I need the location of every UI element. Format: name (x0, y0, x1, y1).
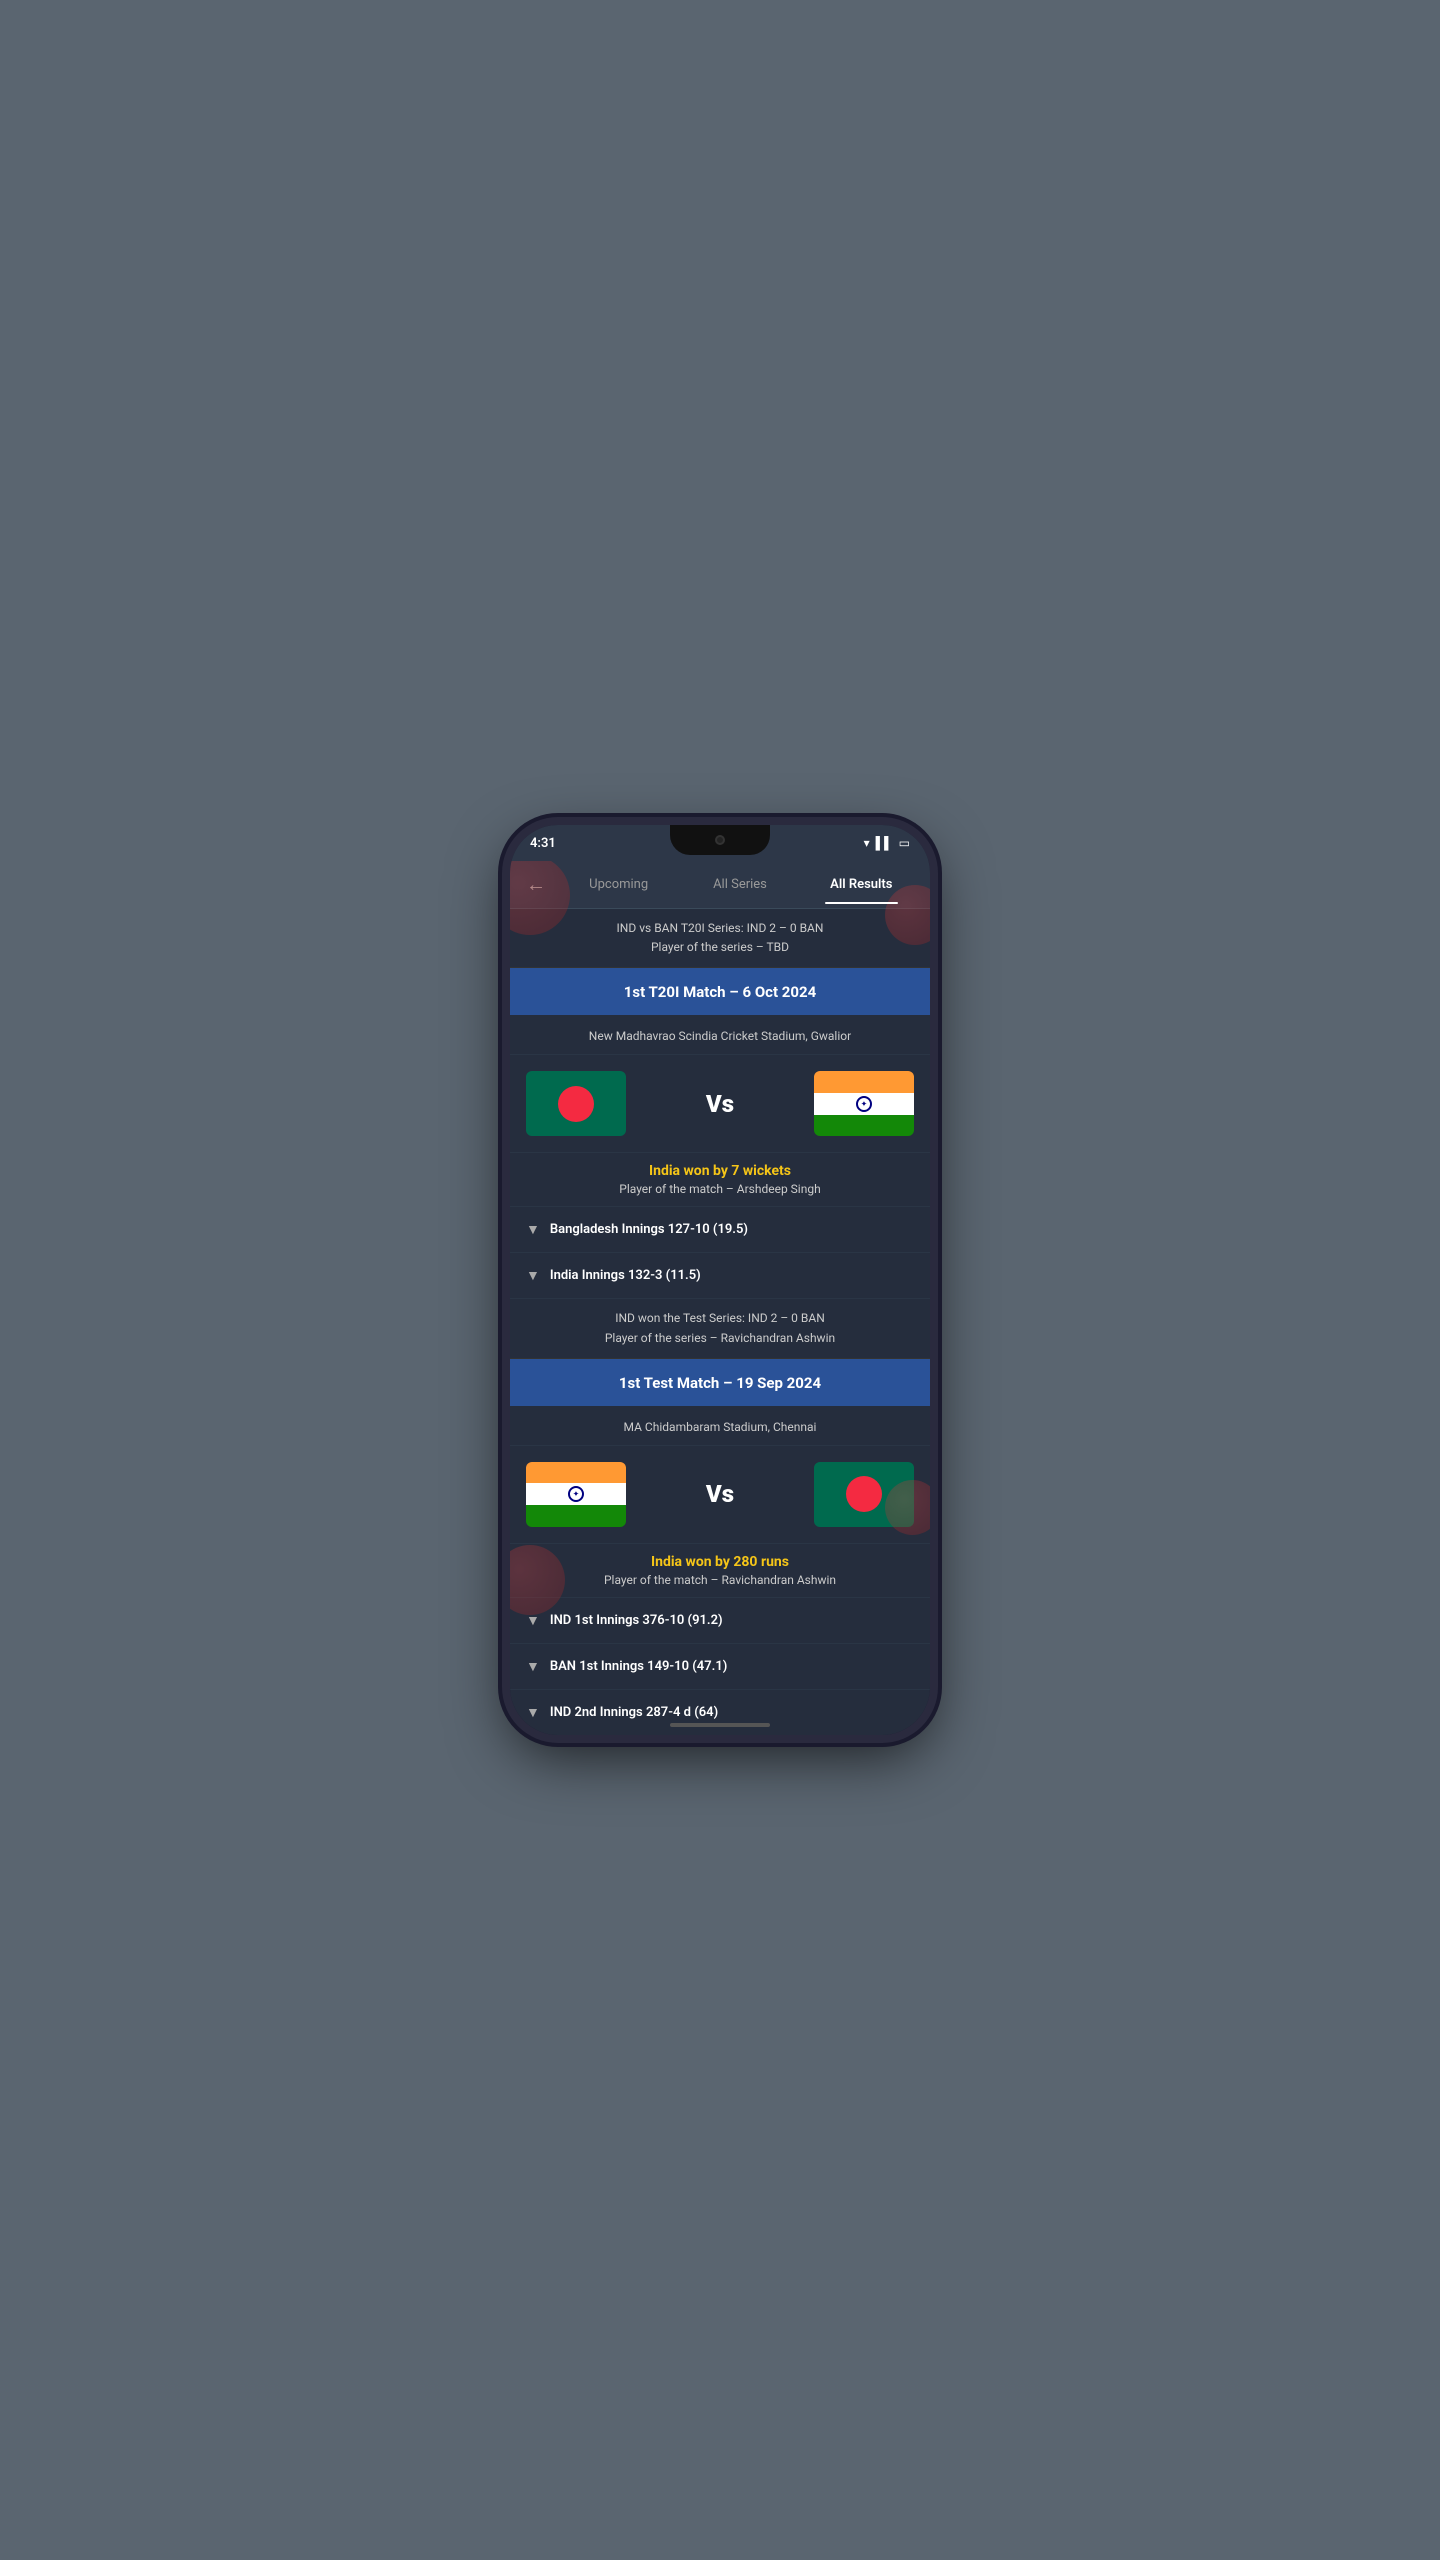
status-bar: 4:31 ▾ ▌▌ ▭ (510, 825, 930, 861)
bangladesh-circle (558, 1086, 594, 1122)
test-innings-2-text: BAN 1st Innings 149-10 (47.1) (550, 1659, 727, 1674)
india-flag-1 (814, 1071, 914, 1136)
t20i-series-pos: Player of the series – TBD (526, 938, 914, 957)
test-series-text: IND won the Test Series: IND 2 – 0 BAN (526, 1309, 914, 1328)
t20i-venue-text: New Madhavrao Scindia Cricket Stadium, G… (589, 1029, 851, 1043)
t20i-series-text: IND vs BAN T20I Series: IND 2 – 0 BAN (526, 919, 914, 938)
chevron-down-icon-2: ▼ (526, 1267, 540, 1284)
test-innings-1[interactable]: ▼ IND 1st Innings 376-10 (91.2) (510, 1598, 930, 1644)
ashoka-chakra-2 (568, 1486, 584, 1502)
test-match-title: 1st Test Match – 19 Sep 2024 (619, 1374, 821, 1392)
t20i-result-text: India won by 7 wickets (526, 1163, 914, 1179)
bangladesh-flag (526, 1071, 626, 1136)
t20i-innings-1[interactable]: ▼ Bangladesh Innings 127-10 (19.5) (510, 1207, 930, 1253)
test-match-header: 1st Test Match – 19 Sep 2024 (510, 1359, 930, 1406)
test-venue-text: MA Chidambaram Stadium, Chennai (624, 1420, 817, 1434)
test-result-text: India won by 280 runs (526, 1554, 914, 1570)
bangladesh-flag-2 (814, 1462, 914, 1527)
india-flag-green (814, 1115, 914, 1137)
back-button[interactable]: ← (518, 864, 554, 905)
nav-tabs: ← Upcoming All Series All Results (510, 861, 930, 909)
test-innings-3[interactable]: ▼ IND 2nd Innings 287-4 d (64) (510, 1690, 930, 1735)
vs-text-1: Vs (638, 1090, 802, 1118)
india-flag-orange (814, 1071, 914, 1093)
signal-icon: ▌▌ (876, 836, 893, 850)
test-potm: Player of the match – Ravichandran Ashwi… (526, 1573, 914, 1587)
test-innings-2[interactable]: ▼ BAN 1st Innings 149-10 (47.1) (510, 1644, 930, 1690)
main-content: IND vs BAN T20I Series: IND 2 – 0 BAN Pl… (510, 909, 930, 1735)
india-flag-white (814, 1093, 914, 1115)
wifi-icon: ▾ (864, 836, 870, 850)
india-flag-green-2 (526, 1505, 626, 1527)
t20i-innings-2-text: India Innings 132-3 (11.5) (550, 1268, 701, 1283)
tab-upcoming[interactable]: Upcoming (558, 865, 679, 904)
india-flag-orange-2 (526, 1462, 626, 1484)
test-series-pos: Player of the series – Ravichandran Ashw… (526, 1329, 914, 1348)
t20i-series-info: IND vs BAN T20I Series: IND 2 – 0 BAN Pl… (510, 909, 930, 968)
status-icons: ▾ ▌▌ ▭ (864, 836, 910, 850)
chevron-down-icon-1: ▼ (526, 1221, 540, 1238)
vs-text-2: Vs (638, 1480, 802, 1508)
ashoka-chakra-1 (856, 1096, 872, 1112)
t20i-innings-1-text: Bangladesh Innings 127-10 (19.5) (550, 1222, 748, 1237)
t20i-teams: Vs (510, 1055, 930, 1153)
test-venue: MA Chidambaram Stadium, Chennai (510, 1406, 930, 1446)
phone-frame: 4:31 ▾ ▌▌ ▭ ← Upcoming All Series All Re… (510, 825, 930, 1735)
notch (670, 825, 770, 855)
tab-all-results[interactable]: All Results (801, 865, 922, 904)
test-innings-3-text: IND 2nd Innings 287-4 d (64) (550, 1705, 718, 1720)
t20i-match-header: 1st T20I Match – 6 Oct 2024 (510, 968, 930, 1015)
test-teams: Vs (510, 1446, 930, 1544)
test-innings-1-text: IND 1st Innings 376-10 (91.2) (550, 1613, 723, 1628)
camera-dot (715, 835, 725, 845)
test-series-info: IND won the Test Series: IND 2 – 0 BAN P… (510, 1299, 930, 1358)
t20i-result: India won by 7 wickets Player of the mat… (510, 1153, 930, 1207)
battery-icon: ▭ (899, 836, 910, 850)
status-time: 4:31 (530, 836, 556, 851)
bottom-nav-indicator (670, 1723, 770, 1727)
t20i-venue: New Madhavrao Scindia Cricket Stadium, G… (510, 1015, 930, 1055)
t20i-match-title: 1st T20I Match – 6 Oct 2024 (624, 983, 816, 1001)
t20i-innings-2[interactable]: ▼ India Innings 132-3 (11.5) (510, 1253, 930, 1299)
chevron-down-icon-4: ▼ (526, 1658, 540, 1675)
t20i-potm: Player of the match – Arshdeep Singh (526, 1182, 914, 1196)
tab-all-series[interactable]: All Series (679, 865, 800, 904)
test-result: India won by 280 runs Player of the matc… (510, 1544, 930, 1598)
bangladesh-circle-2 (846, 1476, 882, 1512)
chevron-down-icon-5: ▼ (526, 1704, 540, 1721)
chevron-down-icon-3: ▼ (526, 1612, 540, 1629)
india-flag-2 (526, 1462, 626, 1527)
india-flag-white-2 (526, 1483, 626, 1505)
